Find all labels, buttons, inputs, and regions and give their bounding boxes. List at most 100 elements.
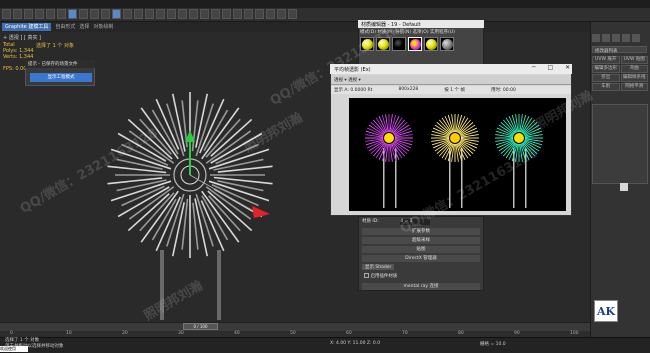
petal (201, 190, 240, 243)
tab-freeform[interactable]: 自由形式 (55, 23, 75, 31)
tab-selection[interactable]: 选择 (79, 23, 89, 31)
modifier-button[interactable]: UVW 贴图 (620, 56, 648, 64)
select-icon[interactable] (68, 9, 77, 19)
window-controls[interactable]: ─ □ ✕ (532, 64, 575, 71)
petal (207, 190, 253, 232)
material-editor-menu[interactable]: 模式(D) 材质(M) 导航(N) 选项(O) 实用程序(U) (360, 29, 455, 35)
create-tab-icon[interactable] (592, 34, 600, 42)
motion-tab-icon[interactable] (622, 34, 630, 42)
rendered-frame-toolbar[interactable]: 透视 ▾ 透视 ▾ (331, 75, 571, 85)
material-id-field[interactable]: 4 = 1 (400, 219, 431, 225)
modify-tab-icon[interactable] (602, 34, 610, 42)
timeline-tick-label: 80 (458, 331, 464, 336)
modifier-button[interactable]: 编辑样条线 (620, 74, 648, 82)
viewport-label[interactable]: + 透视 ] [ 真实 ] (3, 34, 41, 41)
snap-icon[interactable] (167, 9, 176, 19)
sphere-black-icon (393, 38, 405, 50)
command-panel-tabs (592, 34, 640, 42)
window-crossing-icon[interactable] (101, 9, 110, 19)
timeline-tick-label: 50 (290, 331, 296, 336)
sphere-yellow-icon (377, 38, 389, 50)
rollout-directx[interactable]: DirectX 管理器 (362, 255, 480, 262)
rotate-icon[interactable] (123, 9, 132, 19)
angle-snap-icon[interactable] (178, 9, 187, 19)
material-slot[interactable] (360, 37, 374, 51)
timeline-tick-label: 30 (178, 331, 184, 336)
rollout-extended-params[interactable]: 扩展参数 (362, 228, 480, 235)
filter-icon[interactable] (57, 9, 66, 19)
percent-snap-icon[interactable] (189, 9, 198, 19)
show-project-mode-button[interactable]: 显示工程模式 (30, 73, 92, 82)
material-slot[interactable] (424, 37, 438, 51)
modifier-button[interactable]: UVW 展开 (592, 56, 620, 64)
plugin-material-label: 启用插件材质 (370, 274, 398, 279)
coordinate-readout[interactable]: X: 4.00 Y: 11.00 Z: 0.0 (330, 341, 380, 346)
material-slot[interactable] (392, 37, 406, 51)
material-slot-active[interactable] (408, 37, 422, 51)
layer-icon[interactable] (222, 9, 231, 19)
status-bar (0, 337, 650, 353)
show-shader-button[interactable]: 显示 Shader (362, 264, 395, 270)
curve-editor-icon[interactable] (233, 9, 242, 19)
timeline[interactable] (0, 322, 590, 331)
rendered-flowers (365, 114, 543, 208)
move-icon[interactable] (112, 9, 121, 19)
tab-graphite[interactable]: Graphite 建模工具 (2, 23, 52, 31)
timeline-tick-label: 60 (346, 331, 352, 336)
pivot-icon[interactable] (156, 9, 165, 19)
rect-select-icon[interactable] (90, 9, 99, 19)
mirror-icon[interactable] (200, 9, 209, 19)
rollout-mental-ray[interactable]: mental ray 连接 (362, 283, 480, 290)
select-by-name-icon[interactable] (79, 9, 88, 19)
rollout-maps[interactable]: 贴图 (362, 246, 480, 253)
material-slot[interactable] (440, 37, 454, 51)
modifier-list-dropdown[interactable]: 修改器列表 (592, 46, 647, 54)
fps-label: FPS: (3, 66, 14, 72)
modifier-button[interactable]: 挤出 (592, 74, 620, 82)
render-setup-icon[interactable] (266, 9, 275, 19)
menu-bar[interactable] (0, 0, 650, 8)
object-color-swatch[interactable] (620, 183, 628, 191)
rendered-stem (525, 148, 527, 208)
timeline-tick-label: 70 (402, 331, 408, 336)
schematic-icon[interactable] (244, 9, 253, 19)
render-icon[interactable] (288, 9, 297, 19)
modifier-button[interactable]: 车削 (592, 83, 620, 91)
fb-status-item: 800x228 (398, 87, 419, 92)
hierarchy-tab-icon[interactable] (612, 34, 620, 42)
material-editor-title: 材质编辑器 - 19 - Default (358, 20, 484, 28)
modifier-button[interactable]: 弯曲 (620, 65, 648, 73)
redo-icon[interactable] (13, 9, 22, 19)
plugin-material-checkbox[interactable]: 启用插件材质 (364, 273, 397, 279)
bind-icon[interactable] (46, 9, 55, 19)
rendered-flower-center (450, 133, 460, 143)
scale-icon[interactable] (134, 9, 143, 19)
tab-object-paint[interactable]: 对象绘制 (93, 23, 113, 31)
display-tab-icon[interactable] (632, 34, 640, 42)
stem-right (217, 250, 221, 320)
ref-coord-icon[interactable] (145, 9, 154, 19)
material-editor-icon[interactable] (255, 9, 264, 19)
link-icon[interactable] (24, 9, 33, 19)
grid-readout: 栅格 = 10.0 (480, 342, 506, 347)
rollout-supersampling[interactable]: 超级采样 (362, 237, 480, 244)
rendered-stem (461, 148, 463, 208)
modifier-stack[interactable] (592, 104, 648, 184)
undo-icon[interactable] (2, 9, 11, 19)
ribbon-tabs: Graphite 建模工具 自由形式 选择 对象绘制 (0, 22, 590, 32)
petal (201, 107, 240, 160)
time-slider[interactable]: 0 / 100 (183, 323, 218, 330)
align-icon[interactable] (211, 9, 220, 19)
petal (210, 132, 263, 164)
flower-model[interactable] (80, 80, 300, 320)
rendered-stem (395, 148, 397, 208)
maxscript-listener[interactable]: 欢迎使用 MAXScript (0, 346, 28, 353)
checkbox-icon[interactable] (364, 273, 369, 278)
render-frame-icon[interactable] (277, 9, 286, 19)
unlink-icon[interactable] (35, 9, 44, 19)
modifier-button[interactable]: 编辑多边形 (592, 65, 620, 73)
material-slot[interactable] (376, 37, 390, 51)
gizmo-x-arrow-icon[interactable] (252, 206, 270, 218)
material-id-label: 材质 ID: (362, 219, 379, 224)
modifier-button[interactable]: 网格平滑 (620, 83, 648, 91)
